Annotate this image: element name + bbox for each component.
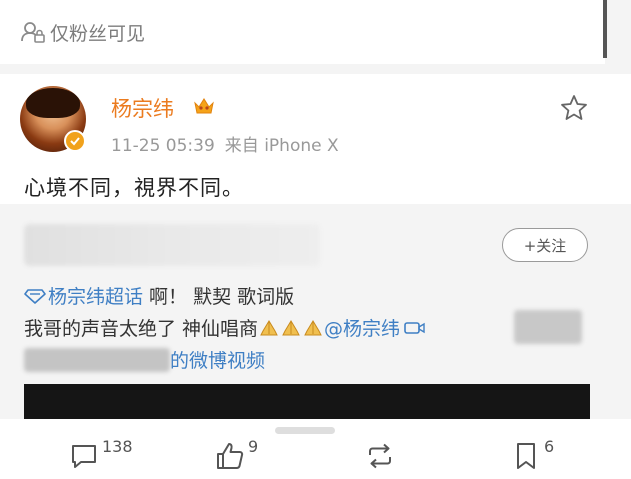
repost-button[interactable]: [364, 440, 396, 476]
blurred-video-title: [514, 310, 582, 344]
like-count: 9: [248, 437, 259, 456]
comment-icon: [72, 445, 96, 468]
mention-link[interactable]: @杨宗纬: [324, 318, 400, 340]
visibility-bar: 仅粉丝可见: [0, 0, 605, 64]
post-card: 杨宗纬 11-25 05:39 来自 iPhone X 心境不同，視界不同。 +关…: [0, 74, 631, 419]
supertopic-link[interactable]: 杨宗纬超话: [48, 286, 143, 308]
blurred-video-owner: [24, 348, 170, 372]
favorite-star-icon[interactable]: [559, 93, 589, 123]
post-source: 来自 iPhone X: [224, 136, 339, 156]
repost-line2-text: 我哥的声音太绝了 神仙唱商: [24, 318, 259, 340]
thumbs-up-icon: [217, 443, 244, 469]
video-thumbnail[interactable]: [24, 384, 590, 419]
action-bar: 138 9 6: [0, 419, 631, 479]
visibility-label: 仅粉丝可见: [50, 22, 146, 45]
repost-line1: 杨宗纬超话 啊！ 默契 歌词版: [24, 282, 294, 309]
vip-crown-icon: [194, 98, 214, 114]
praying-hands-emoji-icon: [304, 320, 322, 336]
save-count: 6: [544, 437, 555, 456]
video-camera-icon: [404, 322, 425, 334]
praying-hands-emoji-icon: [260, 320, 278, 336]
repost-box[interactable]: +关注 杨宗纬超话 啊！ 默契 歌词版 我哥的声音太绝了 神仙唱商 @杨宗纬 的微…: [0, 204, 631, 419]
repost-line1-text: 啊！ 默契 歌词版: [143, 286, 295, 308]
post-timestamp: 11-25 05:39: [111, 136, 215, 156]
bookmark-icon: [517, 443, 535, 469]
author-name[interactable]: 杨宗纬: [111, 93, 174, 123]
video-link[interactable]: 的微博视频: [170, 346, 265, 373]
drag-handle[interactable]: [275, 427, 335, 434]
comment-count: 138: [102, 437, 133, 456]
praying-hands-emoji-icon: [282, 320, 300, 336]
repost-line2: 我哥的声音太绝了 神仙唱商 @杨宗纬: [24, 314, 426, 341]
scrollbar[interactable]: [603, 0, 607, 58]
supertopic-diamond-icon: [24, 289, 46, 304]
follow-button[interactable]: +关注: [502, 228, 588, 262]
post-text: 心境不同，視界不同。: [24, 176, 244, 200]
verified-badge-icon: [64, 130, 86, 152]
fans-only-icon: [21, 22, 45, 43]
like-button[interactable]: 9: [214, 437, 259, 476]
avatar-hair: [26, 88, 80, 118]
repost-icon: [369, 443, 391, 469]
blurred-repost-author: [24, 224, 320, 266]
comment-button[interactable]: 138: [68, 437, 133, 476]
post-meta: 11-25 05:39 来自 iPhone X: [111, 131, 339, 156]
save-button[interactable]: 6: [510, 437, 555, 476]
